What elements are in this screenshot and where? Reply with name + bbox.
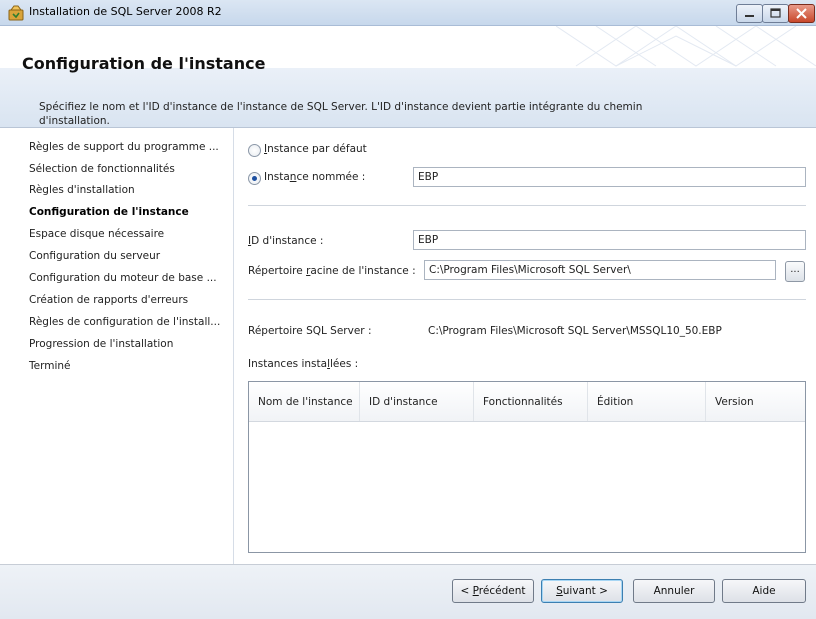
column-header-edition[interactable]: Édition	[588, 382, 706, 421]
step-installation-progress[interactable]: Progression de l'installation	[29, 338, 173, 350]
page-description: Spécifiez le nom et l'ID d'instance de l…	[39, 101, 643, 127]
step-engine-configuration[interactable]: Configuration du moteur de base ...	[29, 272, 217, 284]
step-installation-rules[interactable]: Règles d'installation	[29, 184, 135, 196]
page-header: Configuration de l'instance Spécifiez le…	[0, 26, 816, 128]
browse-button[interactable]: ...	[785, 261, 805, 282]
named-instance-radio[interactable]	[248, 172, 261, 185]
sql-server-icon	[8, 5, 24, 21]
step-disk-space[interactable]: Espace disque nécessaire	[29, 228, 164, 240]
instance-id-input[interactable]: EBP	[413, 230, 806, 250]
close-button[interactable]	[788, 4, 815, 23]
step-support-rules[interactable]: Règles de support du programme ...	[29, 141, 219, 153]
divider	[248, 299, 806, 300]
maximize-button[interactable]	[762, 4, 789, 23]
step-complete[interactable]: Terminé	[29, 360, 70, 372]
named-instance-label[interactable]: Instance nommée :	[264, 171, 365, 183]
table-header: Nom de l'instance ID d'instance Fonction…	[249, 382, 805, 422]
divider	[248, 205, 806, 206]
help-button[interactable]: Aide	[722, 579, 806, 603]
step-feature-selection[interactable]: Sélection de fonctionnalités	[29, 163, 175, 175]
cancel-button[interactable]: Annuler	[633, 579, 715, 603]
page-title: Configuration de l'instance	[22, 54, 266, 73]
minimize-button[interactable]	[736, 4, 763, 23]
sql-directory-value: C:\Program Files\Microsoft SQL Server\MS…	[428, 325, 722, 337]
step-server-configuration[interactable]: Configuration du serveur	[29, 250, 160, 262]
sql-directory-label: Répertoire SQL Server :	[248, 325, 372, 337]
named-instance-input[interactable]: EBP	[413, 167, 806, 187]
step-error-reporting[interactable]: Création de rapports d'erreurs	[29, 294, 188, 306]
window-title: Installation de SQL Server 2008 R2	[29, 5, 222, 18]
back-button[interactable]: < Précédent	[452, 579, 534, 603]
step-instance-configuration[interactable]: Configuration de l'instance	[29, 206, 189, 218]
close-icon	[796, 8, 807, 19]
default-instance-label[interactable]: Instance par défaut	[264, 143, 367, 155]
footer: < Précédent Suivant > Annuler Aide	[0, 565, 816, 619]
minimize-icon	[745, 15, 754, 17]
installed-instances-label: Instances installées :	[248, 358, 359, 370]
column-header-version[interactable]: Version	[706, 382, 805, 421]
maximize-icon	[770, 8, 781, 18]
column-header-features[interactable]: Fonctionnalités	[474, 382, 588, 421]
step-configuration-rules[interactable]: Règles de configuration de l'install...	[29, 316, 220, 328]
next-button[interactable]: Suivant >	[541, 579, 623, 603]
installed-instances-table[interactable]: Nom de l'instance ID d'instance Fonction…	[248, 381, 806, 553]
wizard-steps: Règles de support du programme ... Sélec…	[0, 128, 234, 564]
column-header-instance-id[interactable]: ID d'instance	[360, 382, 474, 421]
root-directory-label: Répertoire racine de l'instance :	[248, 265, 416, 277]
default-instance-radio[interactable]	[248, 144, 261, 157]
column-header-instance-name[interactable]: Nom de l'instance	[249, 382, 360, 421]
root-directory-input[interactable]: C:\Program Files\Microsoft SQL Server\	[424, 260, 776, 280]
title-bar: Installation de SQL Server 2008 R2	[0, 0, 816, 26]
instance-id-label: ID d'instance :	[248, 235, 324, 247]
